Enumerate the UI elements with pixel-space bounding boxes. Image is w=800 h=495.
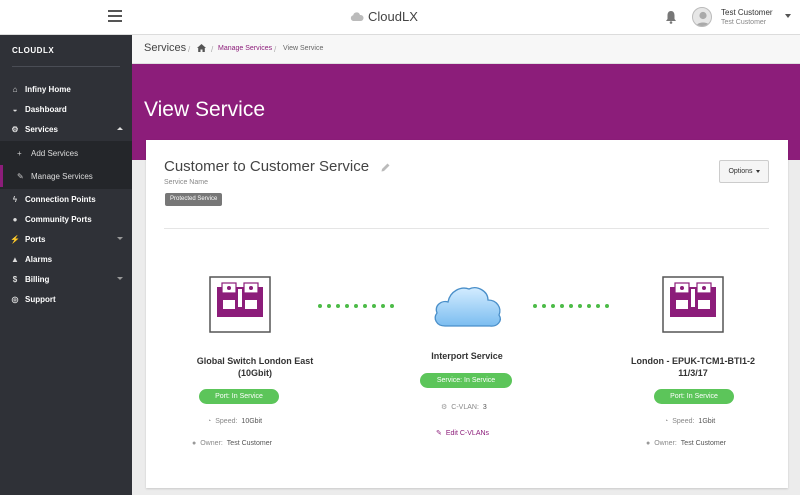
services-submenu: + Add Services ✎ Manage Services bbox=[0, 141, 132, 189]
interport-service-name: Interport Service bbox=[431, 351, 503, 361]
pencil-icon: ✎ bbox=[436, 430, 442, 437]
user-menu-caret-icon[interactable] bbox=[785, 14, 791, 18]
cvlan-info: ⚙ C-VLAN: 3 bbox=[441, 403, 487, 412]
bolt-icon: ϟ bbox=[12, 194, 18, 204]
top-bar: CloudLX Test Customer Test Customer bbox=[0, 0, 800, 35]
endpoint-a-speed: ◔ Speed: 10Gbit bbox=[207, 418, 263, 425]
sidebar-item-alarms[interactable]: ▲ Alarms bbox=[0, 249, 132, 269]
divider bbox=[164, 228, 769, 229]
wrench-icon: ✎ bbox=[17, 171, 24, 181]
breadcrumb-separator: / bbox=[211, 45, 214, 54]
app-title: CloudLX bbox=[368, 9, 418, 24]
lifebuoy-icon: ◎ bbox=[11, 294, 19, 304]
dashboard-icon: ◒ bbox=[12, 104, 18, 114]
sidebar-item-services[interactable]: ⚙ Services bbox=[0, 119, 132, 139]
endpoint-b-owner: ● Owner: Test Customer bbox=[646, 440, 726, 447]
sidebar-item-community-ports[interactable]: ● Community Ports bbox=[0, 209, 132, 229]
cloud-icon bbox=[434, 287, 501, 327]
notification-bell-icon[interactable] bbox=[665, 10, 677, 24]
user-organization: Test Customer bbox=[721, 19, 767, 26]
connection-dots bbox=[318, 304, 394, 308]
endpoint-a-status-badge: Port: In Service bbox=[199, 389, 279, 404]
pencil-icon[interactable] bbox=[381, 163, 390, 172]
cloud-icon bbox=[350, 11, 364, 21]
endpoint-b-speed: ◔ Speed: 1Gbit bbox=[664, 418, 716, 425]
breadcrumb: Services / / Manage Services / View Serv… bbox=[132, 35, 800, 64]
chevron-up-icon bbox=[117, 127, 123, 130]
sidebar-brand: CLOUDLX bbox=[12, 46, 55, 55]
breadcrumb-separator: / bbox=[188, 45, 191, 54]
breadcrumb-current: View Service bbox=[283, 45, 324, 52]
sidebar-item-billing[interactable]: $ Billing bbox=[0, 269, 132, 289]
user-icon: ● bbox=[192, 440, 197, 447]
sidebar-subitem-manage-services[interactable]: ✎ Manage Services bbox=[0, 165, 132, 187]
user-icon: ● bbox=[646, 440, 651, 447]
service-name: Customer to Customer Service bbox=[164, 158, 370, 175]
sidebar-item-dashboard[interactable]: ◒ Dashboard bbox=[0, 99, 132, 119]
endpoint-a-owner: ● Owner: Test Customer bbox=[192, 440, 272, 447]
page-title: View Service bbox=[144, 98, 265, 121]
plug-icon: ⚡ bbox=[10, 234, 20, 244]
endpoint-b-name: London - EPUK-TCM1-BTI1-2 11/3/17 bbox=[631, 356, 755, 378]
bell-icon: ▲ bbox=[11, 254, 19, 264]
home-icon: ⌂ bbox=[12, 84, 18, 94]
dollar-icon: $ bbox=[12, 274, 18, 284]
endpoint-a-name: Global Switch London East (10Gbit) bbox=[196, 356, 314, 378]
plus-icon: + bbox=[17, 148, 22, 158]
sidebar-item-infiny-home[interactable]: ⌂ Infiny Home bbox=[0, 79, 132, 99]
protected-service-badge: Protected Service bbox=[165, 193, 223, 206]
sidebar-item-connection-points[interactable]: ϟ Connection Points bbox=[0, 189, 132, 209]
caret-down-icon bbox=[755, 170, 760, 173]
chevron-down-icon bbox=[117, 237, 123, 240]
sidebar-item-ports[interactable]: ⚡ Ports bbox=[0, 229, 132, 249]
user-name[interactable]: Test Customer bbox=[721, 8, 773, 17]
breadcrumb-separator: / bbox=[274, 45, 277, 54]
sidebar: CLOUDLX ⌂ Infiny Home ◒ Dashboard ⚙ Serv… bbox=[0, 35, 132, 495]
home-icon[interactable] bbox=[197, 44, 206, 52]
breadcrumb-link-manage-services[interactable]: Manage Services bbox=[218, 45, 272, 52]
sidebar-item-support[interactable]: ◎ Support bbox=[0, 289, 132, 309]
chevron-down-icon bbox=[117, 277, 123, 280]
service-card: Customer to Customer Service Service Nam… bbox=[146, 140, 788, 488]
sidebar-divider bbox=[12, 66, 120, 67]
breadcrumb-section-title: Services bbox=[144, 42, 187, 54]
hamburger-menu-icon[interactable] bbox=[108, 10, 122, 24]
edit-cvlans-link[interactable]: ✎ Edit C-VLANs bbox=[436, 429, 489, 438]
port-device-icon bbox=[662, 276, 724, 333]
connection-dots bbox=[533, 304, 609, 308]
cogs-icon: ⚙ bbox=[441, 404, 448, 411]
app-brand: CloudLX bbox=[350, 9, 418, 24]
speedometer-icon: ◔ bbox=[664, 418, 669, 425]
user-avatar-icon[interactable] bbox=[692, 7, 712, 27]
endpoint-b-status-badge: Port: In Service bbox=[654, 389, 734, 404]
options-button[interactable]: Options bbox=[719, 160, 769, 183]
speedometer-icon: ◔ bbox=[207, 418, 212, 425]
service-name-label: Service Name bbox=[164, 179, 208, 186]
port-device-icon bbox=[209, 276, 271, 333]
users-icon: ● bbox=[12, 214, 18, 224]
sidebar-subitem-add-services[interactable]: + Add Services bbox=[0, 142, 132, 164]
cogs-icon: ⚙ bbox=[11, 124, 19, 134]
service-status-badge: Service: In Service bbox=[420, 373, 512, 388]
